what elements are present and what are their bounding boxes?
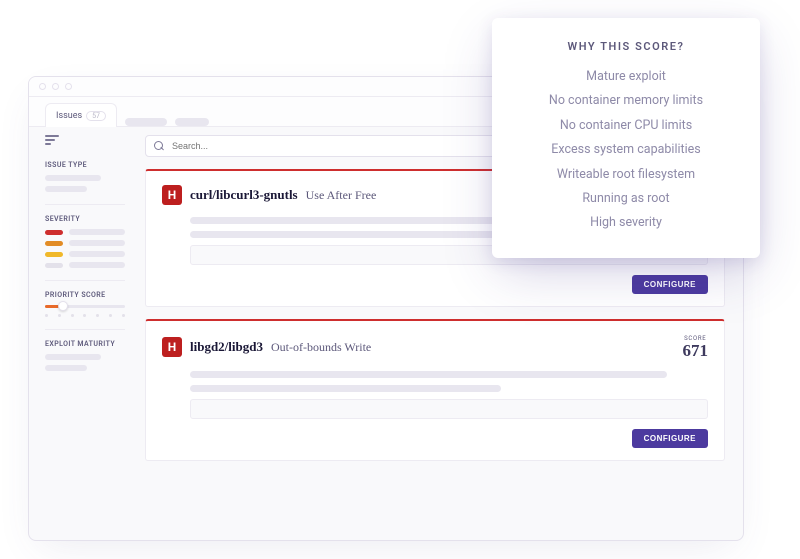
priority-score-slider[interactable] [45, 305, 125, 308]
filter-heading-priority: PRIORITY SCORE [45, 291, 125, 299]
filter-item[interactable] [45, 354, 101, 360]
package-name[interactable]: libgd2/libgd3 [190, 339, 263, 355]
issue-card: H libgd2/libgd3 Out-of-bounds Write SCOR… [145, 319, 725, 461]
score-reason: Writeable root filesystem [510, 163, 742, 187]
slider-handle[interactable] [58, 301, 68, 311]
package-name[interactable]: curl/libcurl3-gnutls [190, 187, 298, 203]
vulnerability-name: Out-of-bounds Write [271, 340, 371, 355]
score-reasons-list: Mature exploit No container memory limit… [510, 65, 742, 236]
filter-heading-exploit: EXPLOIT MATURITY [45, 340, 125, 348]
score-reason: Mature exploit [510, 65, 742, 89]
filter-item[interactable] [45, 365, 87, 371]
tab-label: Issues [56, 111, 82, 121]
tab-issues[interactable]: Issues 57 [45, 103, 117, 127]
filter-heading-issue-type: ISSUE TYPE [45, 161, 125, 169]
severity-swatch-medium [45, 241, 63, 246]
severity-badge-high: H [162, 185, 182, 205]
why-score-popover: WHY THIS SCORE? Mature exploit No contai… [492, 18, 760, 258]
severity-badge-high: H [162, 337, 182, 357]
popover-title: WHY THIS SCORE? [510, 40, 742, 53]
severity-row[interactable] [45, 240, 125, 246]
issues-count-badge: 57 [86, 111, 106, 121]
severity-row[interactable] [45, 229, 125, 235]
severity-row[interactable] [45, 251, 125, 257]
slider-ticks [45, 314, 125, 317]
window-control-min[interactable] [52, 83, 59, 90]
score-reason: No container memory limits [510, 89, 742, 113]
score-reason: Running as root [510, 187, 742, 211]
configure-button[interactable]: CONFIGURE [632, 429, 708, 448]
window-control-max[interactable] [65, 83, 72, 90]
filters-sidebar: ISSUE TYPE SEVERITY PRIORITY SCORE EXPLO… [29, 127, 137, 540]
severity-swatch-low [45, 252, 63, 257]
window-control-close[interactable] [39, 83, 46, 90]
score-reason: No container CPU limits [510, 114, 742, 138]
tab-placeholder[interactable] [175, 118, 209, 126]
score-reason: High severity [510, 211, 742, 235]
score-reason: Excess system capabilities [510, 138, 742, 162]
filter-item[interactable] [45, 186, 87, 192]
configure-button[interactable]: CONFIGURE [632, 275, 708, 294]
severity-swatch-high [45, 230, 63, 235]
sort-icon[interactable] [45, 135, 61, 147]
score-value: 671 [683, 342, 709, 359]
card-body-placeholder [190, 371, 708, 419]
priority-score: SCORE 671 [683, 335, 709, 359]
search-icon [154, 141, 164, 151]
severity-swatch-none [45, 263, 63, 268]
severity-row[interactable] [45, 262, 125, 268]
filter-heading-severity: SEVERITY [45, 215, 125, 223]
filter-item[interactable] [45, 175, 101, 181]
tab-placeholder[interactable] [125, 118, 167, 126]
vulnerability-name: Use After Free [306, 188, 377, 203]
